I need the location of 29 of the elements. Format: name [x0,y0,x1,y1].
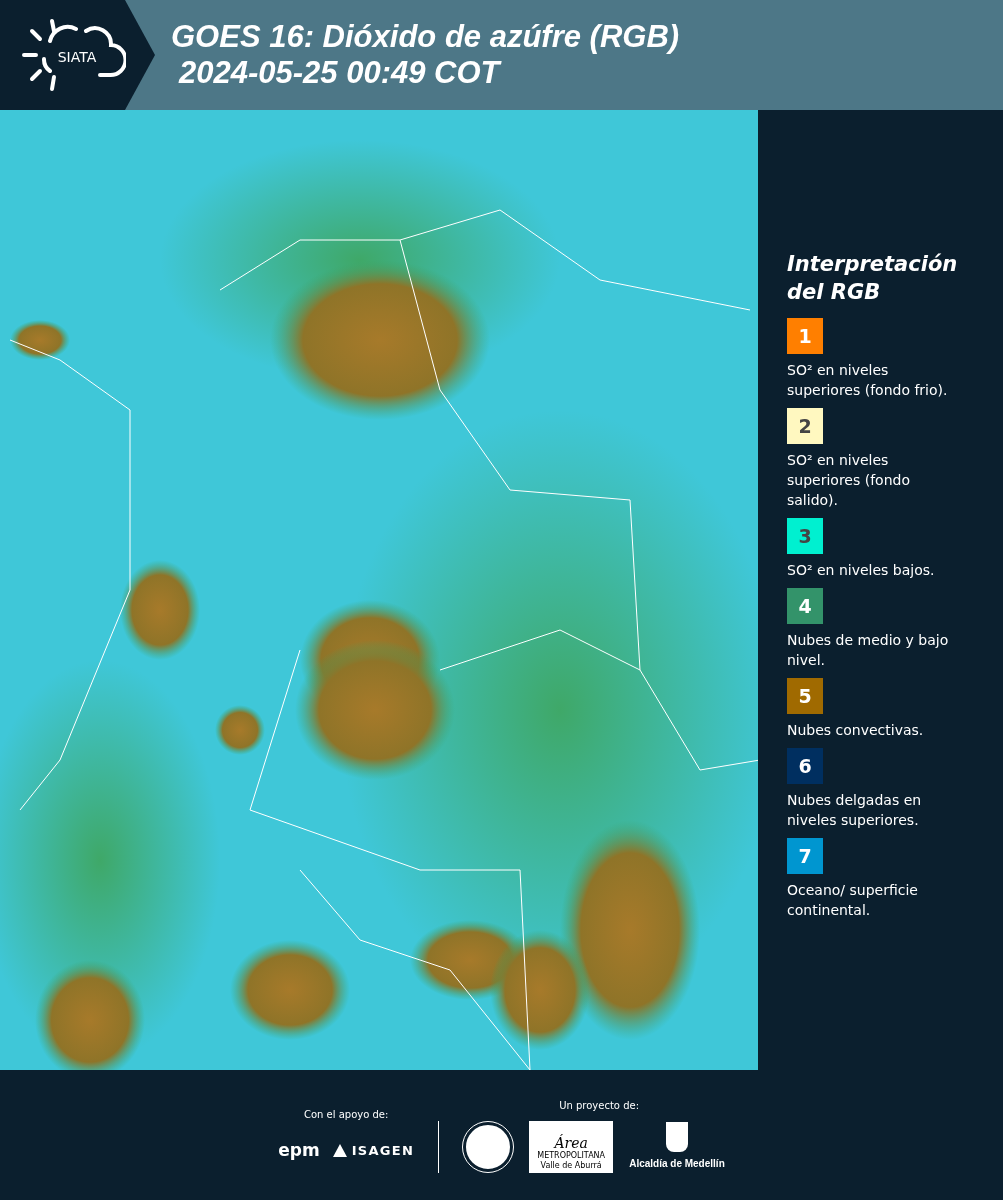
area-place: Valle de Aburrá [540,1160,602,1171]
legend-text: Nubes convectivas. [787,721,925,740]
legend-swatch: 3 [787,518,823,554]
timestamp-text: 2024-05-25 00:49 COT [177,55,503,91]
legend-text: Oceano/ superficie continental. [787,881,919,920]
legend-text: SO² en niveles superiores (fondo frio). [787,361,949,400]
legend-text: SO² en niveles bajos. [787,561,936,580]
coat-of-arms-icon [665,1122,688,1152]
logo-text: SIATA [57,47,97,67]
legend-text: Nubes delgadas en niveles superiores. [787,791,923,830]
alcaldia-logo: Alcaldía de Medellín [629,1157,725,1171]
project-label: Un proyecto de: [558,1098,639,1113]
area-title: Área [554,1134,588,1151]
legend-title: Interpretación del RGB [787,251,959,306]
support-label: Con el apoyo de: [304,1107,389,1122]
legend-swatch: 4 [787,588,823,624]
triangle-logo-icon [331,1142,348,1159]
legend-swatch: 2 [787,408,823,444]
legend-swatch: 7 [787,838,823,874]
isagen-logo: ISAGEN [351,1141,415,1160]
legend-swatch: 5 [787,678,823,714]
legend-swatch: 6 [787,748,823,784]
legend-text: Nubes de medio y bajo nivel. [787,631,950,670]
seal-icon [463,1121,514,1172]
legend-swatch: 1 [787,318,823,354]
epm-logo: epm [278,1138,320,1162]
area-subtitle: METROPOLITANA [537,1150,606,1161]
legend-text: SO² en niveles superiores (fondo salido). [787,451,911,510]
title-text: GOES 16: Dióxido de azúfre (RGB) [171,19,680,55]
